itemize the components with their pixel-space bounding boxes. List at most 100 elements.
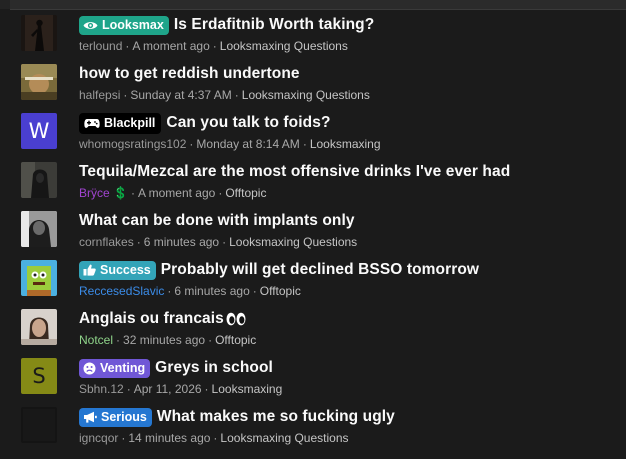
avatar[interactable] <box>21 407 57 443</box>
prefix-tag-success[interactable]: Success <box>79 260 156 280</box>
forum-link[interactable]: Offtopic <box>260 284 301 298</box>
separator-dot: · <box>130 186 135 200</box>
thread-author[interactable]: ReccesedSlavic <box>79 284 164 298</box>
thread-title[interactable]: Is Erdafitnib Worth taking? <box>174 16 374 34</box>
thread-author[interactable]: whomogsratings102 <box>79 137 186 151</box>
thread-time[interactable]: A moment ago <box>138 186 215 200</box>
eyes-emoji-icon <box>226 312 246 326</box>
thread-author[interactable]: igncqor <box>79 431 118 445</box>
dark-photo-icon <box>21 407 57 443</box>
prefix-label: Blackpill <box>104 116 156 130</box>
separator-dot: · <box>125 39 130 53</box>
prefix-label: Venting <box>100 361 146 375</box>
thread-title[interactable]: Anglais ou francais <box>79 310 224 328</box>
forum-link[interactable]: Looksmaxing Questions <box>229 235 357 249</box>
avatar[interactable]: W <box>21 113 57 149</box>
avatar[interactable]: S <box>21 358 57 394</box>
thread-row[interactable]: Serious What makes me so fucking ugly ig… <box>0 404 626 453</box>
forum-link[interactable]: Looksmaxing <box>212 382 283 396</box>
thread-time[interactable]: 6 minutes ago <box>174 284 249 298</box>
thread-row[interactable]: What can be done with implants only corn… <box>0 208 626 257</box>
thread-row[interactable]: W Blackpill Can you talk to foids? whomo… <box>0 110 626 159</box>
separator-dot: · <box>189 137 194 151</box>
thread-time[interactable]: 32 minutes ago <box>123 333 205 347</box>
thread-author[interactable]: terlound <box>79 39 122 53</box>
thread-author[interactable]: Notcel <box>79 333 113 347</box>
prefix-tag-blackpill[interactable]: Blackpill <box>79 112 162 134</box>
separator-dot: · <box>302 137 307 151</box>
separator-dot: · <box>123 88 128 102</box>
thread-title[interactable]: Probably will get declined BSSO tomorrow <box>161 261 479 279</box>
thread-title[interactable]: Tequila/Mezcal are the most offensive dr… <box>79 163 510 181</box>
sponge-photo-icon <box>21 260 57 296</box>
avatar[interactable] <box>21 211 57 247</box>
thread-title[interactable]: how to get reddish undertone <box>79 65 300 83</box>
prefix-label: Serious <box>101 410 147 424</box>
thread-time[interactable]: 6 minutes ago <box>144 235 219 249</box>
prefix-tag-venting[interactable]: Venting <box>79 358 151 378</box>
forum-link[interactable]: Looksmaxing Questions <box>220 431 348 445</box>
face-photo-icon <box>21 309 57 345</box>
thread-row[interactable]: Success Probably will get declined BSSO … <box>0 257 626 306</box>
forum-link[interactable]: Offtopic <box>225 186 266 200</box>
avatar[interactable] <box>21 162 57 198</box>
avatar[interactable] <box>21 260 57 296</box>
avatar-letter: W <box>21 113 57 149</box>
prefix-label: Looksmax <box>102 18 164 32</box>
thread-title[interactable]: Can you talk to foids? <box>166 114 330 132</box>
prefix-tag-looksmax[interactable]: Looksmax <box>79 15 169 35</box>
thread-author[interactable]: halfepsi <box>79 88 120 102</box>
meme-photo-icon <box>21 64 57 100</box>
separator-dot: · <box>212 39 217 53</box>
forum-link[interactable]: Looksmaxing Questions <box>220 39 348 53</box>
thread-author[interactable]: cornflakes <box>79 235 134 249</box>
separator-dot: · <box>252 284 257 298</box>
separator-dot: · <box>204 382 209 396</box>
thread-time[interactable]: Apr 11, 2026 <box>134 382 202 396</box>
thread-title[interactable]: Greys in school <box>155 359 273 377</box>
separator-dot: · <box>222 235 227 249</box>
thread-time[interactable]: 14 minutes ago <box>128 431 210 445</box>
thread-author[interactable]: Brÿce 💲 <box>79 186 128 200</box>
separator-dot: · <box>208 333 213 347</box>
thread-row[interactable]: Tequila/Mezcal are the most offensive dr… <box>0 159 626 208</box>
thumbs-up-icon <box>83 264 96 276</box>
thread-row[interactable]: how to get reddish undertone halfepsi · … <box>0 61 626 110</box>
separator-dot: · <box>136 235 141 249</box>
separator-dot: · <box>234 88 239 102</box>
separator-dot: · <box>213 431 218 445</box>
forum-link[interactable]: Looksmaxing <box>310 137 381 151</box>
forum-link[interactable]: Looksmaxing Questions <box>242 88 370 102</box>
avatar[interactable] <box>21 15 57 51</box>
thread-title[interactable]: What makes me so fucking ugly <box>157 408 395 426</box>
separator-dot: · <box>116 333 121 347</box>
portrait-photo-icon <box>21 211 57 247</box>
forum-link[interactable]: Offtopic <box>215 333 256 347</box>
avatar[interactable] <box>21 64 57 100</box>
separator-dot: · <box>126 382 131 396</box>
prefix-tag-serious[interactable]: Serious <box>79 407 152 427</box>
prefix-label: Success <box>100 263 151 277</box>
top-bar <box>0 0 626 10</box>
sad-face-icon <box>83 362 96 375</box>
thread-title[interactable]: What can be done with implants only <box>79 212 355 230</box>
thread-row[interactable]: Looksmax Is Erdafitnib Worth taking? ter… <box>0 12 626 61</box>
silhouette-photo-icon <box>21 15 57 51</box>
megaphone-icon <box>83 411 97 423</box>
separator-dot: · <box>121 431 126 445</box>
thread-list: Looksmax Is Erdafitnib Worth taking? ter… <box>0 12 626 453</box>
eye-icon <box>83 20 98 31</box>
gamepad-icon <box>84 118 100 129</box>
top-panel-edge <box>10 0 626 10</box>
hooded-figure-photo-icon <box>21 162 57 198</box>
thread-author[interactable]: Sbhn.12 <box>79 382 124 396</box>
avatar-letter: S <box>21 358 57 394</box>
thread-row[interactable]: Anglais ou francais Notcel · 32 minutes … <box>0 306 626 355</box>
separator-dot: · <box>167 284 172 298</box>
thread-row[interactable]: S Venting Greys in school Sbhn.12 · Apr … <box>0 355 626 404</box>
thread-time[interactable]: Monday at 8:14 AM <box>196 137 299 151</box>
thread-time[interactable]: A moment ago <box>132 39 209 53</box>
thread-time[interactable]: Sunday at 4:37 AM <box>130 88 231 102</box>
avatar[interactable] <box>21 309 57 345</box>
separator-dot: · <box>218 186 223 200</box>
